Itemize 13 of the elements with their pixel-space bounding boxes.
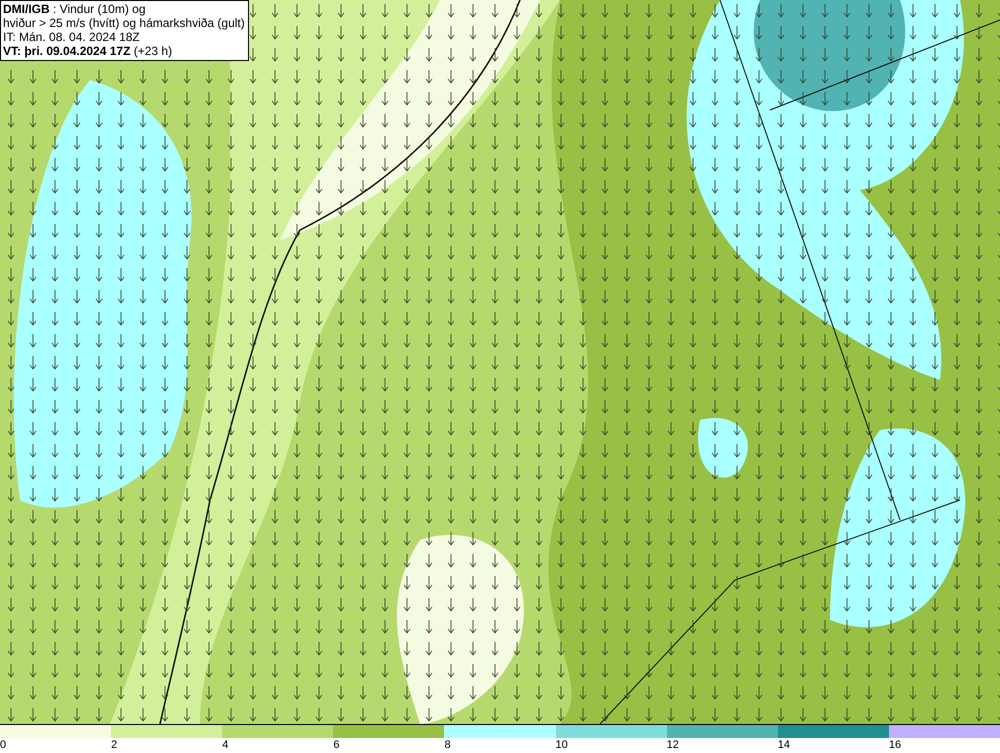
- legend-label: 16: [888, 738, 902, 752]
- info-text: DMI/IGB : Vindur (10m) og: [3, 2, 146, 16]
- legend-label: 4: [222, 738, 228, 752]
- legend-label: 6: [333, 738, 340, 752]
- legend-label: 10: [556, 738, 568, 752]
- legend-label: 2: [111, 738, 118, 752]
- legend-label: 0: [0, 738, 6, 752]
- legend-label: 8: [444, 738, 451, 752]
- legend-label: 12: [666, 738, 679, 752]
- info-text: IT: Mán. 08. 04. 2024 18Z: [3, 30, 141, 44]
- info-text: VT: þri. 09.04.2024 17Z (+23 h): [3, 44, 174, 58]
- legend-label: 14: [778, 738, 790, 752]
- info-text: hviður > 25 m/s (hvítt) og hámarkshviða (gult): [3, 16, 245, 30]
